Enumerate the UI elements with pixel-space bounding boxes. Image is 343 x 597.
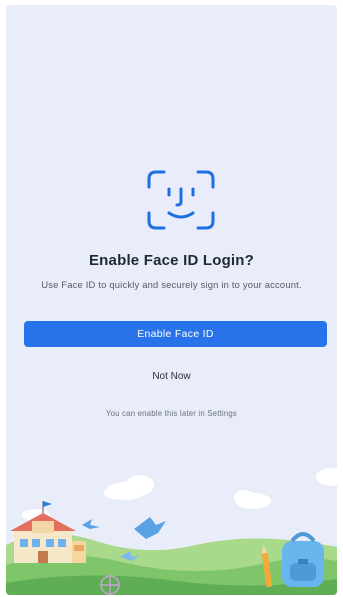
backpack-icon [282,532,324,587]
face-id-enrollment-screen: Enable Face ID Login? Use Face ID to qui… [6,5,337,595]
face-id-icon [147,170,215,230]
cloud-icon [234,490,271,509]
school-building-icon [10,501,86,563]
not-now-button[interactable]: Not Now [6,371,337,382]
page-title: Enable Face ID Login? [88,252,255,269]
ferris-wheel-icon [100,575,120,595]
bird-icon [82,519,100,529]
description-text: Use Face ID to quickly and securely sign… [41,279,302,290]
landscape-illustration [6,468,337,595]
cloud-icon [104,475,154,500]
enable-face-id-button[interactable]: Enable Face ID [24,321,327,347]
bird-icon [134,517,166,539]
cloud-icon [316,468,337,486]
settings-hint-text: You can enable this later in Settings [105,409,238,418]
